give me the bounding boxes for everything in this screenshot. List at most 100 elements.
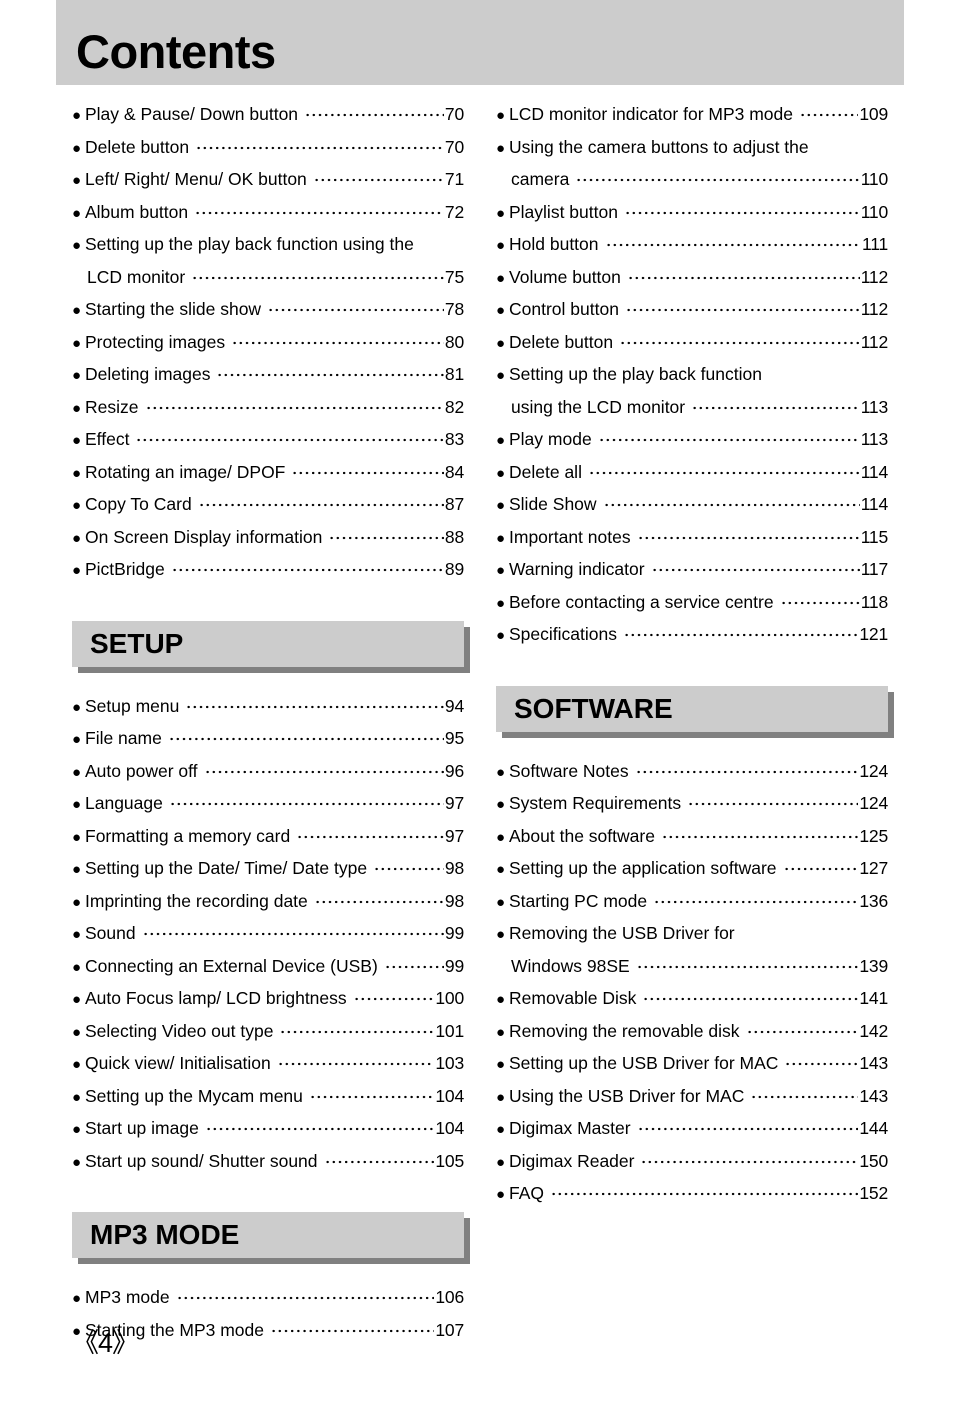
toc-entry[interactable]: Control button 112 — [496, 294, 888, 327]
toc-entry[interactable]: Setting up the application software 127 — [496, 853, 888, 886]
bullet-icon — [72, 952, 85, 984]
toc-entry[interactable]: Formatting a memory card 97 — [72, 821, 464, 854]
toc-entry[interactable]: Slide Show 114 — [496, 489, 888, 522]
toc-entry-label: LCD monitor — [87, 266, 186, 287]
toc-entry[interactable]: Software Notes 124 — [496, 756, 888, 789]
toc-entry[interactable]: Auto power off 96 — [72, 756, 464, 789]
toc-entry[interactable]: Removing the USB Driver for — [496, 918, 888, 951]
toc-entry[interactable]: Connecting an External Device (USB) 99 — [72, 951, 464, 984]
toc-entry[interactable]: System Requirements 124 — [496, 788, 888, 821]
toc-entry[interactable]: Setting up the play back function — [496, 359, 888, 392]
toc-entry[interactable]: Deleting images 81 — [72, 359, 464, 392]
toc-entry[interactable]: Setting up the Date/ Time/ Date type 98 — [72, 853, 464, 886]
toc-entry[interactable]: Start up sound/ Shutter sound 105 — [72, 1146, 464, 1179]
leader-dots — [655, 893, 859, 910]
toc-entry-page-number: 115 — [860, 526, 889, 547]
toc-entry[interactable]: Protecting images 80 — [72, 327, 464, 360]
toc-entry[interactable]: Warning indicator 117 — [496, 554, 888, 587]
toc-entry-label: Using the camera buttons to adjust the — [509, 136, 809, 157]
toc-entry-label: Left/ Right/ Menu/ OK button — [85, 169, 307, 189]
toc-entry[interactable]: using the LCD monitor 113 — [496, 392, 888, 425]
leader-dots — [143, 926, 444, 943]
toc-entry-label: Setting up the Mycam menu — [85, 1085, 303, 1106]
toc-entry-page-number: 101 — [435, 1020, 464, 1041]
toc-entry[interactable]: Using the USB Driver for MAC 143 — [496, 1081, 888, 1114]
toc-entry-page-number: 82 — [444, 396, 464, 417]
toc-entry[interactable]: Selecting Video out type 101 — [72, 1016, 464, 1049]
toc-entry[interactable]: Setup menu 94 — [72, 691, 464, 724]
toc-entry[interactable]: Sound 99 — [72, 918, 464, 951]
toc-entry[interactable]: Windows 98SE 139 — [496, 951, 888, 984]
toc-entry-page-number: 72 — [444, 201, 464, 222]
toc-entry[interactable]: About the software 125 — [496, 821, 888, 854]
leader-dots — [604, 497, 860, 514]
bullet-icon — [496, 523, 509, 555]
bullet-icon — [72, 789, 85, 821]
toc-entry[interactable]: Play & Pause/ Down button 70 — [72, 99, 464, 132]
toc-entry-page-number: 111 — [861, 234, 888, 254]
toc-entry[interactable]: Hold button 111 — [496, 229, 888, 262]
leader-dots — [624, 627, 859, 644]
toc-entry[interactable]: Imprinting the recording date 98 — [72, 886, 464, 919]
toc-entry[interactable]: Removing the removable disk 142 — [496, 1016, 888, 1049]
toc-entry[interactable]: Digimax Master 144 — [496, 1113, 888, 1146]
toc-entry[interactable]: Delete button 112 — [496, 327, 888, 360]
toc-entry[interactable]: PictBridge 89 — [72, 554, 464, 587]
toc-entry[interactable]: On Screen Display information 88 — [72, 522, 464, 555]
toc-entry[interactable]: Auto Focus lamp/ LCD brightness 100 — [72, 983, 464, 1016]
toc-entry[interactable]: FAQ 152 — [496, 1178, 888, 1211]
leader-dots — [375, 861, 444, 878]
toc-entry[interactable]: Setting up the Mycam menu 104 — [72, 1081, 464, 1114]
toc-entry-label: Imprinting the recording date — [85, 890, 308, 911]
toc-entry[interactable]: MP3 mode 106 — [72, 1282, 464, 1315]
toc-entry[interactable]: Quick view/ Initialisation 103 — [72, 1048, 464, 1081]
leader-dots — [770, 367, 887, 383]
band-face: SETUP — [72, 620, 464, 667]
toc-entry[interactable]: Digimax Reader 150 — [496, 1146, 888, 1179]
leader-dots — [278, 1056, 435, 1073]
bullet-icon — [496, 425, 509, 457]
leader-dots — [269, 302, 444, 319]
toc-entry[interactable]: Delete all 114 — [496, 457, 888, 490]
toc-entry[interactable]: Setting up the play back function using … — [72, 229, 464, 262]
toc-entry[interactable]: Starting PC mode 136 — [496, 886, 888, 919]
toc-entry-label: Start up image — [85, 1118, 199, 1138]
toc-entry-page-number: 141 — [859, 988, 888, 1008]
toc-entry[interactable]: Resize 82 — [72, 392, 464, 425]
leader-dots — [786, 1056, 859, 1073]
toc-entry[interactable]: Removable Disk 141 — [496, 983, 888, 1016]
toc-entry[interactable]: Important notes 115 — [496, 522, 888, 555]
toc-entry[interactable]: File name 95 — [72, 723, 464, 756]
toc-entry[interactable]: Play mode 113 — [496, 424, 888, 457]
toc-entry[interactable]: Using the camera buttons to adjust the — [496, 132, 888, 165]
toc-entry[interactable]: LCD monitor indicator for MP3 mode 109 — [496, 99, 888, 132]
toc-list: Play & Pause/ Down button70Delete button… — [72, 99, 464, 587]
toc-entry[interactable]: LCD monitor 75 — [72, 262, 464, 295]
leader-dots — [325, 1153, 435, 1170]
toc-entry-page-number: 106 — [435, 1287, 464, 1307]
leader-dots — [193, 269, 444, 286]
leader-dots — [621, 334, 860, 351]
toc-entry[interactable]: Album button 72 — [72, 197, 464, 230]
toc-entry[interactable]: Effect 83 — [72, 424, 464, 457]
bullet-icon — [496, 984, 509, 1016]
toc-entry-page-number: 142 — [859, 1020, 888, 1041]
toc-entry[interactable]: camera 110 — [496, 164, 888, 197]
toc-entry[interactable]: Setting up the USB Driver for MAC 143 — [496, 1048, 888, 1081]
toc-entry[interactable]: Copy To Card 87 — [72, 489, 464, 522]
toc-entry[interactable]: Before contacting a service centre 118 — [496, 587, 888, 620]
toc-entry[interactable]: Starting the slide show 78 — [72, 294, 464, 327]
toc-entry[interactable]: Left/ Right/ Menu/ OK button 71 — [72, 164, 464, 197]
toc-entry[interactable]: Start up image 104 — [72, 1113, 464, 1146]
toc-entry-page-number: 97 — [444, 793, 464, 813]
toc-entry[interactable]: Rotating an image/ DPOF 84 — [72, 457, 464, 490]
toc-entry[interactable]: Delete button 70 — [72, 132, 464, 165]
bullet-icon — [72, 1017, 85, 1049]
bullet-icon — [72, 757, 85, 789]
toc-entry[interactable]: Language 97 — [72, 788, 464, 821]
toc-entry[interactable]: Specifications 121 — [496, 619, 888, 652]
toc-entry-page-number: 98 — [444, 890, 464, 911]
bullet-icon — [496, 1082, 509, 1114]
toc-entry[interactable]: Volume button 112 — [496, 262, 888, 295]
toc-entry[interactable]: Playlist button 110 — [496, 197, 888, 230]
